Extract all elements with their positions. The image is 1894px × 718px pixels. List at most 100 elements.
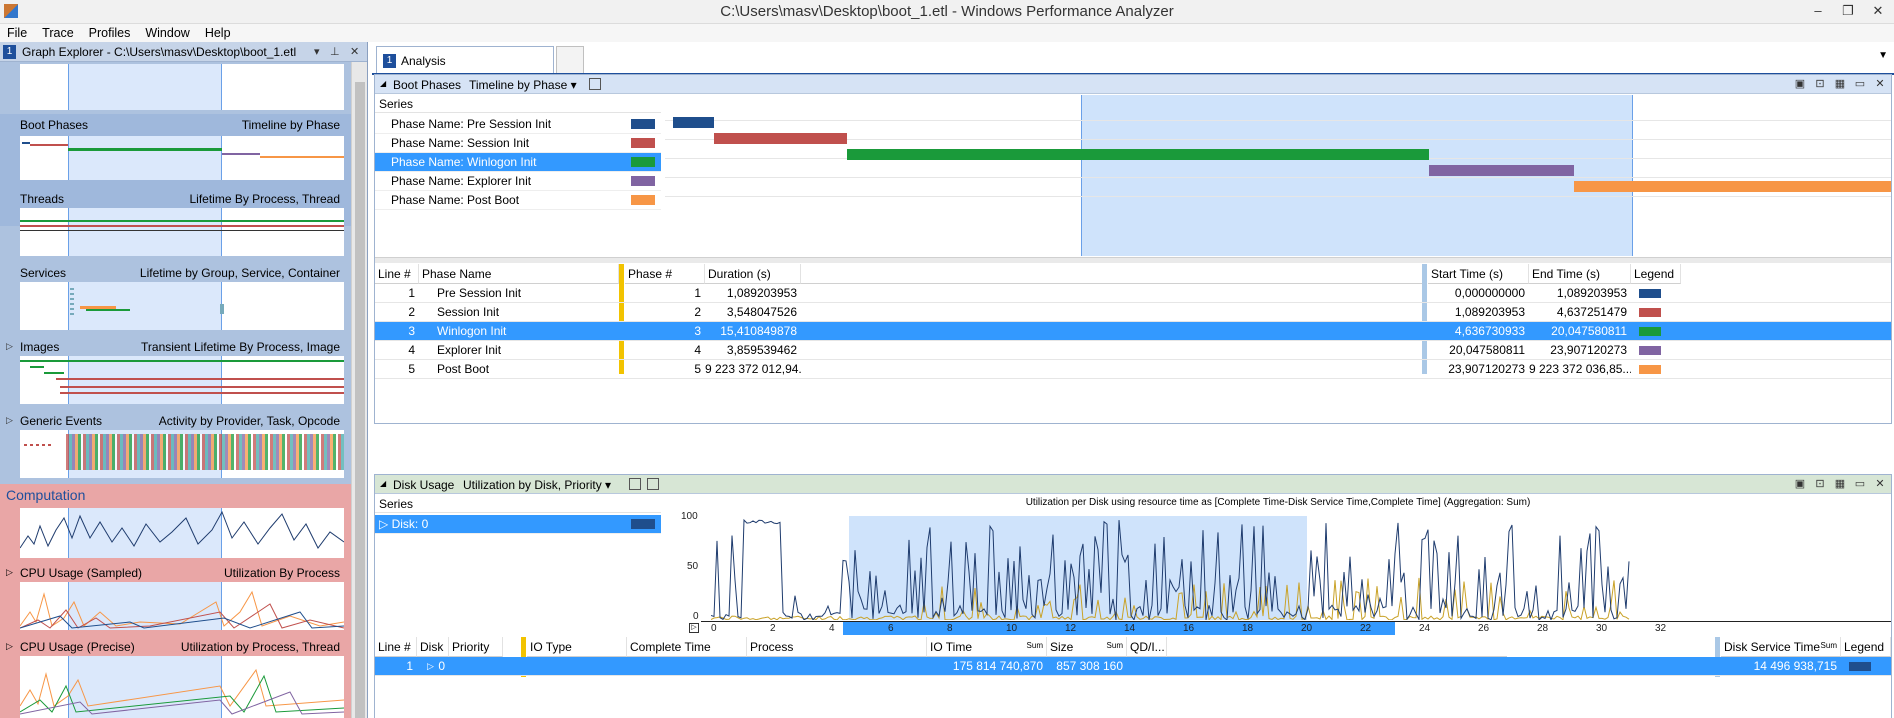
expand-icon[interactable]: ▷	[379, 517, 392, 531]
zoom-icon[interactable]: ▷	[689, 623, 699, 633]
col-legend[interactable]: Legend	[1841, 637, 1891, 657]
section-cpu-precise-name: CPU Usage (Precise)	[20, 640, 135, 654]
top-thumbnail[interactable]	[20, 64, 344, 110]
series-disk-0[interactable]: ▷ Disk: 0	[375, 515, 661, 534]
col-start-time[interactable]: Start Time (s)	[1428, 264, 1529, 284]
cpu-precise-thumbnail[interactable]	[20, 656, 344, 718]
table-row[interactable]: 1 ▷ 0 175 814 740,870 857 308 160 14 496…	[375, 657, 1891, 676]
col-line[interactable]: Line #	[375, 264, 419, 284]
chart-icon[interactable]	[629, 478, 641, 490]
section-threads[interactable]: Threads Lifetime By Process, Thread	[0, 188, 352, 262]
series-swatch	[631, 176, 655, 186]
table-row[interactable]: 4 Explorer Init 4 3,859539462 20,047580811 23…	[375, 341, 1891, 360]
col-line[interactable]: Line #	[375, 637, 417, 657]
computation-title[interactable]: Computation	[6, 487, 85, 503]
time-axis[interactable]: ▷ 0 2 4 6 8 10 12 14 16 18 20 22 24 26 28 30 32	[689, 621, 1891, 635]
phase-bar[interactable]	[672, 117, 714, 128]
boot-phases-timeline[interactable]	[665, 95, 1891, 256]
table-row[interactable]: 1 Pre Session Init 1 1,089203953 0,000000000…	[375, 284, 1891, 303]
phase-bar[interactable]	[847, 149, 1429, 160]
graph-only-icon[interactable]: ⊡	[1813, 477, 1827, 491]
section-generic-events[interactable]: ▷ Generic Events Activity by Provider, T…	[0, 410, 352, 484]
menu-window[interactable]: Window	[138, 24, 197, 42]
computation-thumbnail[interactable]	[20, 508, 344, 558]
graph-only-icon[interactable]: ⊡	[1813, 77, 1827, 91]
table-row[interactable]: 3 Winlogon Init 3 15,410849878 4,636730933 20…	[375, 322, 1891, 341]
table-only-icon[interactable]: ▦	[1833, 77, 1847, 91]
graph-table-icon[interactable]: ▣	[1793, 77, 1807, 91]
section-services[interactable]: Services Lifetime by Group, Service, Con…	[0, 262, 352, 336]
series-winlogon-init[interactable]: Phase Name: Winlogon Init	[375, 153, 661, 172]
col-qd[interactable]: QD/I...	[1127, 637, 1167, 657]
scrollbar-thumb[interactable]	[355, 82, 365, 718]
cpu-sampled-thumbnail[interactable]	[20, 582, 344, 630]
services-thumbnail[interactable]	[20, 282, 344, 330]
phase-bar[interactable]	[713, 133, 848, 144]
threads-thumbnail[interactable]	[20, 208, 344, 256]
col-duration[interactable]: Duration (s)	[705, 264, 801, 284]
col-legend[interactable]: Legend	[1631, 264, 1681, 284]
col-size[interactable]: Size Sum	[1047, 637, 1127, 657]
section-cpu-precise[interactable]: ▷ CPU Usage (Precise) Utilization by Pro…	[0, 636, 352, 718]
table-row[interactable]: 2 Session Init 2 3,548047526 1,089203953 4,63…	[375, 303, 1891, 322]
disk-usage-view-selector[interactable]: Utilization by Disk, Priority ▾	[463, 478, 611, 492]
maximize-icon[interactable]: ▭	[1853, 77, 1867, 91]
splitter[interactable]	[375, 257, 1891, 263]
phase-bar[interactable]	[1574, 181, 1891, 192]
expand-icon[interactable]: ▷	[6, 567, 13, 578]
col-phase-number[interactable]: Phase #	[625, 264, 705, 284]
series-explorer-init[interactable]: Phase Name: Explorer Init	[375, 172, 661, 191]
col-phase-name[interactable]: Phase Name	[419, 264, 619, 284]
generic-events-thumbnail[interactable]	[20, 430, 344, 478]
close-button[interactable]: ✕	[1865, 1, 1891, 21]
phase-bar[interactable]	[1428, 165, 1575, 176]
minimize-button[interactable]: –	[1805, 1, 1831, 21]
table-only-icon[interactable]: ▦	[1833, 477, 1847, 491]
pin-icon[interactable]: ⊥	[330, 45, 340, 58]
new-tab-button[interactable]	[556, 46, 584, 74]
expand-icon[interactable]: ▷	[6, 341, 13, 352]
time-axis-selection[interactable]	[843, 622, 1395, 635]
x-tick: 0	[711, 623, 717, 634]
menu-help[interactable]: Help	[198, 24, 239, 42]
col-io-time[interactable]: IO Time Sum	[927, 637, 1047, 657]
dropdown-icon[interactable]: ▾	[314, 45, 320, 58]
settings-icon[interactable]	[589, 78, 601, 90]
maximize-icon[interactable]: ▭	[1853, 477, 1867, 491]
boot-phases-view-selector[interactable]: Timeline by Phase ▾	[469, 78, 577, 92]
graph-explorer: 1 Graph Explorer - C:\Users\masv\Desktop…	[0, 42, 368, 718]
series-session-init[interactable]: Phase Name: Session Init	[375, 134, 661, 153]
images-thumbnail[interactable]	[20, 356, 344, 404]
graph-table-icon[interactable]: ▣	[1793, 477, 1807, 491]
col-complete-time[interactable]: Complete Time	[627, 637, 747, 657]
graph-explorer-scrollbar[interactable]	[351, 62, 367, 718]
settings-icon[interactable]	[647, 478, 659, 490]
menu-trace[interactable]: Trace	[35, 24, 82, 42]
col-io-type[interactable]: IO Type	[527, 637, 627, 657]
menu-profiles[interactable]: Profiles	[82, 24, 139, 42]
expand-icon[interactable]: ▷	[6, 641, 13, 652]
tab-menu-icon[interactable]: ▼	[1878, 50, 1888, 61]
series-pre-session-init[interactable]: Phase Name: Pre Session Init	[375, 115, 661, 134]
table-row[interactable]: 5 Post Boot 5 9 223 372 012,94... 23,9071202…	[375, 360, 1891, 379]
col-priority[interactable]: Priority	[449, 637, 503, 657]
close-icon[interactable]: ✕	[1873, 477, 1887, 491]
graph-explorer-close-button[interactable]: ✕	[350, 45, 359, 58]
tab-analysis[interactable]: 1 Analysis	[376, 46, 554, 74]
series-post-boot[interactable]: Phase Name: Post Boot	[375, 191, 661, 210]
collapse-icon[interactable]: ◢	[380, 79, 386, 88]
col-disk-service-time[interactable]: Disk Service Time Sum	[1721, 637, 1841, 657]
collapse-icon[interactable]: ◢	[380, 479, 386, 488]
section-cpu-sampled[interactable]: ▷ CPU Usage (Sampled) Utilization By Pro…	[0, 562, 352, 636]
close-icon[interactable]: ✕	[1873, 77, 1887, 91]
boot-phases-thumbnail[interactable]	[20, 136, 344, 180]
restore-button[interactable]: ❐	[1835, 1, 1861, 21]
section-threads-view: Lifetime By Process, Thread	[189, 192, 340, 206]
disk-utilization-chart[interactable]	[711, 516, 1631, 620]
col-disk[interactable]: Disk	[417, 637, 449, 657]
col-end-time[interactable]: End Time (s)	[1529, 264, 1631, 284]
menu-file[interactable]: File	[0, 24, 35, 42]
col-process[interactable]: Process	[747, 637, 927, 657]
expand-icon[interactable]: ▷	[6, 415, 13, 426]
section-images[interactable]: ▷ Images Transient Lifetime By Process, …	[0, 336, 352, 410]
